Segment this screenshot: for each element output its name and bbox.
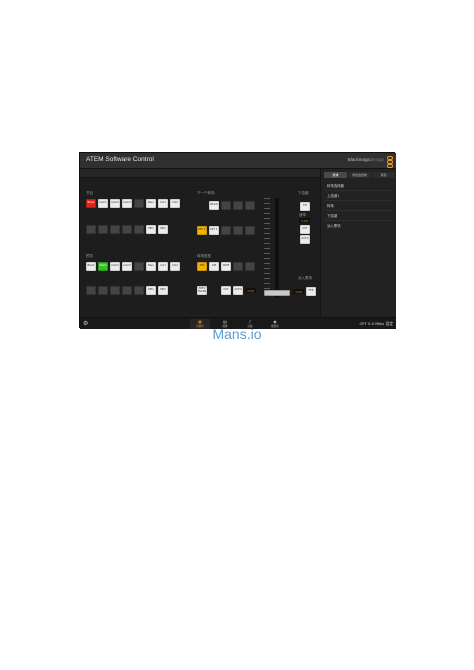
preview-empty-button-5[interactable] xyxy=(134,286,144,295)
preview-empty-button-4[interactable] xyxy=(122,286,132,295)
panel-item-downstream-key[interactable]: 下游键 xyxy=(327,213,337,218)
panel-divider xyxy=(325,220,393,221)
ftb-rate-readout: 1:00 xyxy=(293,289,304,294)
program-empty-button-2[interactable] xyxy=(98,225,108,234)
atem-window: ATEM Software Control Blackmagicdesign 节… xyxy=(79,152,396,329)
panel-divider xyxy=(325,210,393,211)
panel-divider xyxy=(325,190,393,191)
next-trans-empty-6[interactable] xyxy=(245,226,255,235)
preview-black-button[interactable]: Black xyxy=(86,262,96,271)
ftb-button[interactable]: FTB xyxy=(306,287,316,296)
program-mp1-button[interactable]: MP1 xyxy=(146,225,156,234)
dip-button[interactable]: DIP xyxy=(209,262,219,271)
watermark: Mans.io xyxy=(212,326,262,342)
trans-style-empty-1[interactable] xyxy=(233,262,243,271)
panel-item-transition[interactable]: 转场 xyxy=(327,203,334,208)
prev-trans-button[interactable]: PREV TRANS xyxy=(197,286,207,295)
bkgd-button[interactable]: BKGD xyxy=(209,201,219,210)
app-title: ATEM Software Control xyxy=(86,156,154,163)
program-label: 节目 xyxy=(86,191,93,195)
program-input4-button[interactable] xyxy=(134,199,144,208)
preview-empty-button-1[interactable] xyxy=(86,286,96,295)
fader-scale xyxy=(264,198,270,298)
dsk-rate-readout: 1:00 xyxy=(299,218,310,223)
next-trans-empty-2[interactable] xyxy=(233,201,243,210)
program-mp2-button[interactable]: MP2 xyxy=(158,225,168,234)
program-col1-button[interactable]: Col1 xyxy=(158,199,168,208)
next-trans-empty-5[interactable] xyxy=(233,226,243,235)
title-bar: ATEM Software Control Blackmagicdesign xyxy=(80,153,396,169)
toolbar-strip xyxy=(80,169,320,178)
t-bar-handle[interactable] xyxy=(264,290,290,296)
key1-on-air-button[interactable]: KEY 1 xyxy=(197,226,207,235)
blackmagic-logo-icon xyxy=(387,156,393,168)
dsk-tie-button[interactable]: TIE xyxy=(300,202,310,211)
mix-button[interactable]: MIX xyxy=(197,262,207,271)
preview-col2-button[interactable]: Col2 xyxy=(170,262,180,271)
preview-empty-button-2[interactable] xyxy=(98,286,108,295)
right-panel: 媒体 调色盘控制 音频 转场选择器 上游键1 转场 下游键 淡入黑场 xyxy=(320,169,396,317)
program-empty-button-3[interactable] xyxy=(110,225,120,234)
brand-bold: Blackmagic xyxy=(347,157,371,162)
preview-input4-button[interactable] xyxy=(134,262,144,271)
tab-audio[interactable]: 音频 xyxy=(372,172,395,178)
preview-mp2-button[interactable]: MP2 xyxy=(158,286,168,295)
wipe-button[interactable]: WIPE xyxy=(221,262,231,271)
preview-mp1-button[interactable]: MP1 xyxy=(146,286,156,295)
preview-bars-button[interactable]: Bars xyxy=(146,262,156,271)
panel-divider xyxy=(325,200,393,201)
panel-item-upstream-key1[interactable]: 上游键1 xyxy=(327,193,339,198)
panel-item-transition-selector[interactable]: 转场选择器 xyxy=(327,183,344,188)
brand-light: design xyxy=(370,157,384,162)
key1-button[interactable]: KEY 1 xyxy=(209,226,219,235)
tab-palette-control[interactable]: 调色盘控制 xyxy=(348,172,371,178)
brand-text: Blackmagicdesign xyxy=(348,157,384,162)
preview-empty-button-3[interactable] xyxy=(110,286,120,295)
fader-track[interactable] xyxy=(275,198,279,298)
program-col2-button[interactable]: Col2 xyxy=(170,199,180,208)
cut-button[interactable]: CUT xyxy=(221,286,231,295)
next-trans-empty-3[interactable] xyxy=(245,201,255,210)
transition-style-label: 转场类型 xyxy=(197,254,211,258)
dsk-auto-button[interactable]: AUTO xyxy=(300,235,310,244)
next-trans-empty-4[interactable] xyxy=(221,226,231,235)
program-cam2-button[interactable]: Cam2 xyxy=(110,199,120,208)
tab-media[interactable]: 媒体 xyxy=(324,172,347,178)
preview-col1-button[interactable]: Col1 xyxy=(158,262,168,271)
preview-cam1-button[interactable]: Cam1 xyxy=(98,262,108,271)
fade-to-black-label: 淡入黑场 xyxy=(298,276,312,280)
dsk-cut-button[interactable]: CUT xyxy=(300,225,310,234)
program-empty-button-5[interactable] xyxy=(134,225,144,234)
program-black-button[interactable]: Black xyxy=(86,199,96,208)
auto-button[interactable]: AUTO xyxy=(233,286,243,295)
downstream-key-label: 下游键 xyxy=(298,191,309,195)
preview-label: 预览 xyxy=(86,254,93,258)
trans-style-empty-2[interactable] xyxy=(245,262,255,271)
next-trans-empty-1[interactable] xyxy=(221,201,231,210)
program-bars-button[interactable]: Bars xyxy=(146,199,156,208)
preview-cam2-button[interactable]: Cam2 xyxy=(110,262,120,271)
panel-item-fade-to-black[interactable]: 淡入黑场 xyxy=(327,223,341,228)
preview-cam3-button[interactable]: Cam3 xyxy=(122,262,132,271)
program-cam1-button[interactable]: Cam1 xyxy=(98,199,108,208)
program-cam3-button[interactable]: Cam3 xyxy=(122,199,132,208)
next-transition-label: 下一个转场 xyxy=(197,191,215,195)
program-empty-button-1[interactable] xyxy=(86,225,96,234)
program-empty-button-4[interactable] xyxy=(122,225,132,234)
transition-rate-readout: 1:00 xyxy=(245,288,256,293)
